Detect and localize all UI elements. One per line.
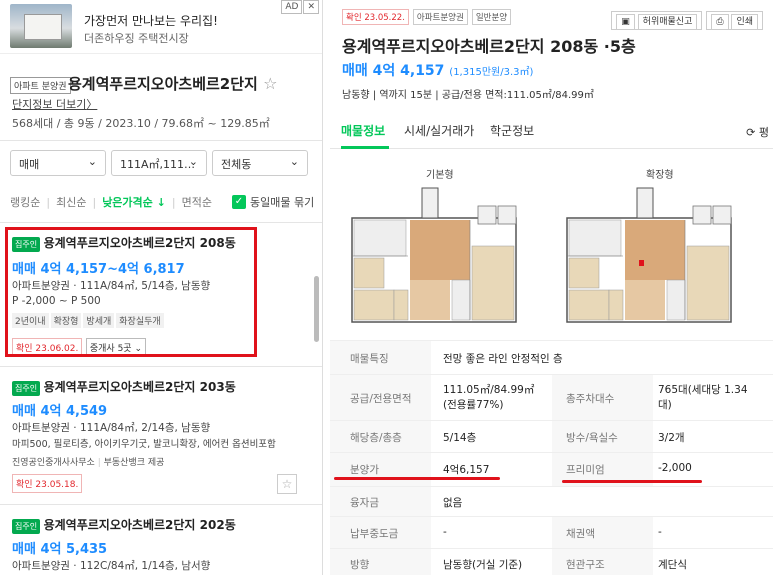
ad-banner[interactable]: 가장먼저 만나보는 우리집! 더존하우징 주택전시장 AD ✕ [0, 0, 322, 54]
print-icon: ⎙ [711, 14, 729, 30]
listing-price: 매매 4억 5,435 [12, 542, 108, 557]
info-row: 융자금 없음 [330, 486, 773, 516]
detail-panel: 확인 23.05.22. 아파트분양권 일반분양 ▣ 허위매물신고 ⎙ 인쇄 용계역… [330, 0, 773, 575]
confirm-date: 확인 23.05.18. [12, 474, 83, 493]
complex-meta: 568세대 / 총 9동 / 2023.10 / 79.68㎡ ~ 129.85… [12, 117, 270, 130]
plan-label-extended: 확장형 [646, 170, 674, 181]
listing-agency: 진영공인중개사사무소 | 부동산뱅크 제공 [12, 458, 165, 468]
info-row: 매물특징 전망 좋은 라인 안정적인 층 [330, 340, 773, 374]
tab-underline [341, 146, 389, 149]
print-button[interactable]: ⎙ 인쇄 [706, 11, 763, 30]
complex-type-tag: 아파트 분양권 [10, 77, 71, 94]
chevron-down-icon: ⌄ [289, 155, 299, 168]
sort-area[interactable]: 면적순 [182, 194, 212, 210]
sort-latest[interactable]: 최신순 [56, 194, 86, 210]
checkbox-icon[interactable]: ✓ [232, 195, 246, 209]
ad-subtitle[interactable]: 더존하우징 주택전시장 [84, 30, 189, 46]
plan-label-basic: 기본형 [426, 170, 454, 181]
same-listing-toggle[interactable]: ✓ 동일매물 묶기 [232, 194, 314, 210]
divider [0, 222, 322, 223]
info-row: 해당층/총층 5/14층 방수/욕실수 3/2개 [330, 420, 773, 452]
owner-tag: 집주인 [12, 518, 41, 534]
listing-title: 집주인 용계역푸르지오아츠베르2단지 203동 [12, 378, 236, 396]
info-row: 납부중도금 - 채권액 - [330, 516, 773, 548]
tab-listing-info[interactable]: 매물정보 [341, 122, 385, 139]
star-icon[interactable]: ☆ [263, 74, 277, 93]
building-select[interactable]: 전체동 ⌄ [212, 150, 308, 176]
floor-plan-extended[interactable] [565, 186, 733, 324]
report-button[interactable]: ▣ 허위매물신고 [611, 11, 703, 30]
divider [0, 140, 322, 141]
highlight-underline [334, 477, 500, 480]
listing-info: 아파트분양권 · 112C/84㎡, 1/14층, 남서향 [12, 560, 211, 572]
detail-tags: 확인 23.05.22. 아파트분양권 일반분양 [342, 9, 512, 25]
unit-toggle[interactable]: ⟳ 평 [746, 124, 769, 140]
complex-name: 용계역푸르지오아츠베르2단지 ☆ [68, 74, 278, 93]
listing-info: 아파트분양권 · 111A/84㎡, 2/14층, 남동향 [12, 422, 211, 434]
detail-tabs: 매물정보 시세/실거래가 학군정보 ⟳ 평 [330, 112, 773, 149]
info-row: 분양가 4억6,157 프리미엄 -2,000 [330, 452, 773, 486]
listing-panel: 가장먼저 만나보는 우리집! 더존하우징 주택전시장 AD ✕ 아파트 분양권 … [0, 0, 323, 575]
tab-school[interactable]: 학군정보 [490, 122, 534, 139]
detail-title: 용계역푸르지오아츠베르2단지 208동 ·5층 [342, 37, 636, 56]
chevron-down-icon: ⌄ [87, 155, 97, 168]
sort-ranking[interactable]: 랭킹순 [10, 194, 40, 210]
scrollbar[interactable] [314, 276, 319, 342]
listing-description: 마피500, 필로티층, 아이키우기굿, 발코니확장, 에어컨 옵션비포함 [12, 439, 276, 450]
siren-icon: ▣ [616, 14, 635, 30]
highlight-box [5, 227, 257, 357]
info-row: 공급/전용면적 111.05㎡/84.99㎡(전용률77%) 총주차대수 765… [330, 374, 773, 420]
detail-price: 매매 4억 4,157 (1,315만원/3.3㎡) [342, 63, 534, 79]
ad-thumbnail[interactable] [10, 4, 72, 48]
owner-tag: 집주인 [12, 380, 41, 396]
ad-close-button[interactable]: ✕ [303, 0, 319, 14]
divider [0, 366, 322, 367]
ad-badge: AD [281, 0, 303, 14]
complex-info-link[interactable]: 단지정보 더보기〉 [12, 96, 97, 112]
sort-options: 랭킹순 | 최신순 | 낮은가격순 ↓ | 면적순 [10, 194, 212, 210]
sort-low-price[interactable]: 낮은가격순 ↓ [102, 194, 166, 210]
tab-price-history[interactable]: 시세/실거래가 [404, 122, 474, 139]
divider [0, 504, 322, 505]
floor-plan-basic[interactable] [350, 186, 518, 324]
listing-price: 매매 4억 4,549 [12, 404, 108, 419]
area-select[interactable]: 111A㎡,111… ⌄ [111, 150, 207, 176]
trade-type-select[interactable]: 매매 ⌄ [10, 150, 106, 176]
listing-title: 집주인 용계역푸르지오아츠베르2단지 202동 [12, 516, 236, 534]
chevron-down-icon: ⌄ [188, 155, 198, 168]
detail-summary: 남동향 | 역까지 15분 | 공급/전용 면적:111.05㎡/84.99㎡ [342, 90, 594, 101]
highlight-underline [562, 480, 702, 483]
star-icon[interactable]: ☆ [277, 474, 297, 494]
info-row: 방향 남동향(거실 기준) 현관구조 계단식 [330, 548, 773, 575]
ad-title[interactable]: 가장먼저 만나보는 우리집! [84, 12, 218, 29]
